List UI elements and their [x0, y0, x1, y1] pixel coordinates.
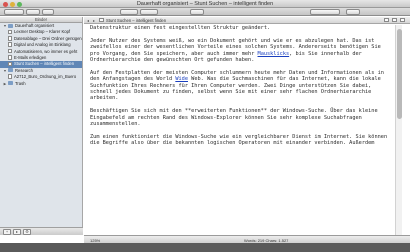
toolbar-button-add[interactable]	[26, 9, 40, 15]
binder-sidebar: Binder ▼ Dauerhaft organisiert Lexmer Desk…	[0, 17, 83, 235]
editor-scroll-thumb[interactable]	[397, 29, 402, 119]
document-icon	[8, 29, 12, 35]
document-icon	[8, 36, 12, 41]
document-paragraph: Auf den Festplatten der meisten Computer…	[90, 70, 388, 102]
folder-add-icon[interactable]: ▸	[13, 229, 21, 235]
toolbar-button-inspector[interactable]	[346, 9, 360, 15]
folder-icon	[8, 23, 13, 28]
forward-arrow-icon[interactable]: ▸	[93, 18, 95, 23]
document-editor[interactable]: Datenstruktur einen fest eingestellten S…	[90, 25, 388, 235]
zoom-level[interactable]: 125%	[90, 238, 100, 243]
document-paragraph: Jeder Nutzer des Systems weiß, wo ein Do…	[90, 38, 388, 64]
binder-item-label: Lexmer Desktop – Klarer Kopf	[14, 29, 71, 35]
binder-item[interactable]: ▶ Trash	[0, 81, 82, 87]
document-text: Beschäftigen Sie sich mit den **erweiter…	[90, 108, 381, 128]
binder-footer: + ▸ ⚙	[0, 227, 83, 235]
editor-header: ◂ ▸ Stunt Suchen – intelligent finden	[84, 17, 410, 24]
document-icon	[8, 42, 12, 47]
binder-item-label: A2712_Buro_Ordnung_im_Buero	[14, 74, 77, 80]
desktop-strip	[0, 243, 410, 252]
document-icon	[8, 74, 12, 79]
back-arrow-icon[interactable]: ◂	[87, 18, 89, 23]
header-down-icon[interactable]	[392, 18, 397, 22]
document-icon	[8, 48, 12, 54]
toolbar-button-binder[interactable]	[4, 9, 24, 15]
split-editor-icon[interactable]	[400, 18, 405, 22]
binder-item-label: Research	[15, 67, 33, 73]
document-text: Datenstruktur einen fest eingestellten S…	[90, 25, 271, 31]
binder-item-label: Datenablage – Drei Ordner genügen	[14, 35, 82, 41]
document-icon	[99, 18, 104, 22]
toolbar-button-folder[interactable]	[42, 9, 54, 15]
editor-document-title[interactable]: Stunt Suchen – intelligent finden	[106, 18, 166, 23]
document-paragraph: Datenstruktur einen fest eingestellten S…	[90, 25, 388, 31]
folder-icon	[8, 81, 13, 86]
add-icon[interactable]: +	[3, 229, 11, 235]
title-bar: Dauerhaft organisiert – Stunt Suchen – i…	[0, 0, 410, 8]
toolbar-search-field[interactable]	[310, 9, 340, 15]
binder-item-label: Automatisieren, wo immer es geht	[14, 48, 78, 54]
editor-scrollbar[interactable]	[395, 25, 402, 235]
toolbar-button-view-mode[interactable]	[120, 9, 138, 15]
binder-item-label: Dauerhaft organisiert	[15, 23, 55, 28]
binder-item-label: Stunt Suchen – intelligent finden	[14, 61, 75, 67]
document-icon	[8, 55, 12, 60]
window-title: Dauerhaft organisiert – Stunt Suchen – i…	[136, 1, 274, 7]
word-count: Words: 219 Chars: 1.527	[244, 237, 289, 243]
document-icon	[8, 61, 12, 67]
document-link[interactable]: Wide	[175, 76, 188, 82]
binder-item-label: Digital und Analog im Einklang	[14, 42, 71, 48]
toolbar	[0, 8, 410, 16]
binder-list: ▼ Dauerhaft organisiert Lexmer Desktop – K…	[0, 23, 82, 87]
toolbar-button-compose[interactable]	[190, 9, 204, 15]
binder-item-label: E-Mails erledigen	[14, 54, 47, 60]
document-link[interactable]: Mausklicks	[258, 51, 290, 57]
binder-item-label: Trash	[15, 80, 26, 86]
toolbar-button-editor[interactable]	[140, 9, 158, 15]
document-text: Zum einen funktioniert die Windows-Suche…	[90, 133, 388, 147]
gear-icon[interactable]: ⚙	[23, 229, 31, 235]
document-paragraph: Zum einen funktioniert die Windows-Suche…	[90, 134, 388, 147]
folder-icon	[8, 68, 13, 73]
editor-footer: 125% Words: 219 Chars: 1.527	[84, 235, 410, 243]
header-up-icon[interactable]	[384, 18, 389, 22]
document-paragraph: Beschäftigen Sie sich mit den **erweiter…	[90, 108, 388, 127]
